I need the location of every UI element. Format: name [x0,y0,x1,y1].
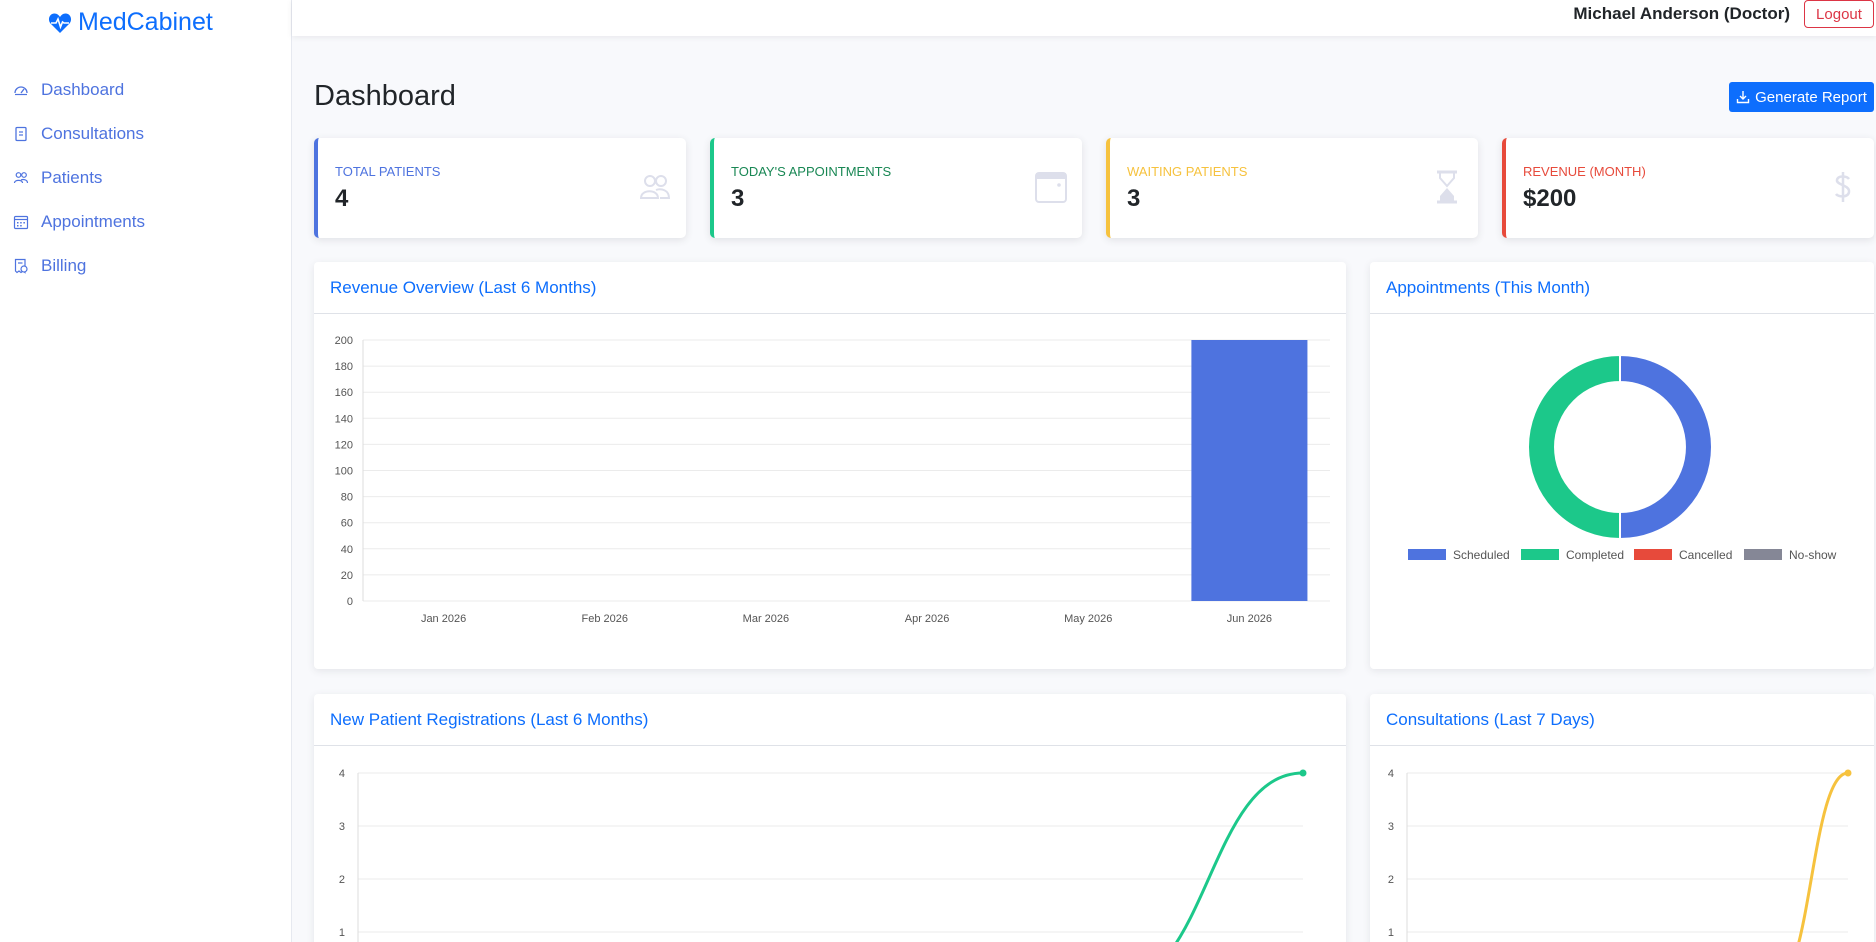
x-tick-label: Apr 2026 [905,613,950,625]
top-navbar: Michael Anderson (Doctor) Logout [292,0,1876,36]
legend-swatch [1744,549,1782,560]
receipt-icon [14,258,28,274]
page-title: Dashboard [314,80,456,112]
x-tick-label: Mar 2026 [743,613,789,625]
calendar-icon [13,215,29,230]
brand[interactable]: MedCabinet [48,8,213,37]
stat-value: 3 [731,185,745,212]
calendar-icon [1035,172,1067,203]
people-icon [13,172,29,184]
stat-label: Revenue (Month) [1523,164,1646,179]
generate-report-button[interactable]: Generate Report [1729,82,1874,112]
download-icon [1736,91,1750,104]
y-tick-label: 1 [339,927,345,939]
x-tick-label: May 2026 [1064,613,1112,625]
stat-label: Total Patients [335,164,441,179]
sidebar-item-label: Dashboard [41,80,125,99]
y-tick-label: 80 [341,492,353,504]
y-tick-label: 1 [1388,927,1394,939]
card-title: Appointments (This Month) [1370,262,1874,314]
appointments-chart-card: Appointments (This Month) Scheduled Compl… [1370,262,1874,669]
sidebar-nav: Dashboard Consultations Patients Appoint… [0,68,292,288]
sidebar-item-label: Patients [41,168,103,187]
stat-card-waiting-patients: Waiting Patients 3 [1106,138,1478,238]
y-tick-label: 160 [335,387,353,399]
consultations-chart-card: Consultations (Last 7 Days) 1 2 3 4 [1370,694,1874,942]
y-tick-label: 2 [1388,874,1394,886]
stat-label: Waiting Patients [1127,164,1248,179]
stat-label: Today's Appointments [731,164,892,179]
x-tick-label: Feb 2026 [582,613,628,625]
sidebar-item-dashboard[interactable]: Dashboard [0,68,292,112]
y-tick-label: 200 [335,335,353,347]
legend-label: Cancelled [1679,548,1732,562]
generate-report-label: Generate Report [1755,88,1867,106]
legend-label: Scheduled [1453,548,1510,562]
y-tick-label: 120 [335,439,353,451]
stat-card-revenue-month: Revenue (Month) $200 [1502,138,1874,238]
y-tick-label: 4 [339,768,345,780]
registrations-chart-card: New Patient Registrations (Last 6 Months… [314,694,1346,942]
y-tick-label: 140 [335,413,353,425]
sidebar-item-label: Appointments [41,212,145,231]
y-tick-label: 4 [1388,768,1394,780]
revenue-chart-card: Revenue Overview (Last 6 Months) 0 20 40 60… [314,262,1346,669]
x-tick-label: Jan 2026 [421,613,466,625]
sidebar-item-appointments[interactable]: Appointments [0,200,292,244]
stat-card-todays-appointments: Today's Appointments 3 [710,138,1082,238]
data-point [1299,769,1307,777]
sidebar: MedCabinet Dashboard Consultations Patie… [0,0,292,942]
pie-slice [1527,353,1621,541]
legend-swatch [1408,549,1446,560]
legend-swatch [1521,549,1559,560]
x-tick-label: Jun 2026 [1227,613,1272,625]
heart-pulse-icon [48,12,72,33]
sidebar-item-patients[interactable]: Patients [0,156,292,200]
card-title: Consultations (Last 7 Days) [1370,694,1874,746]
y-tick-label: 180 [335,361,353,373]
speedometer-icon [14,86,28,96]
sidebar-item-label: Consultations [41,124,145,143]
clipboard-icon [15,126,27,142]
stat-value: 3 [1127,185,1141,212]
y-tick-label: 20 [341,570,353,582]
y-tick-label: 3 [339,821,345,833]
card-title: New Patient Registrations (Last 6 Months… [314,694,1346,746]
registrations-line-chart: 1 2 3 4 [339,768,1307,942]
y-tick-label: 3 [1388,821,1394,833]
sidebar-item-consultations[interactable]: Consultations [0,112,292,156]
stat-value: $200 [1523,185,1577,212]
legend-label: No-show [1789,548,1837,562]
series-line [1797,771,1849,942]
stat-card-total-patients: Total Patients 4 [314,138,686,238]
revenue-bar-chart: 0 20 40 60 80 100 120 140 160 180 200 Jan 2026 Feb 2… [335,335,1330,625]
y-tick-label: 40 [341,544,353,556]
y-tick-label: 100 [335,466,353,478]
consultations-line-chart: 1 2 3 4 [1388,768,1852,942]
stat-value: 4 [335,185,349,212]
legend-swatch [1634,549,1672,560]
card-title: Revenue Overview (Last 6 Months) [314,262,1346,314]
legend-label: Completed [1566,548,1624,562]
data-point [1844,769,1852,777]
dollar-icon [1834,172,1851,202]
appointments-doughnut-chart: Scheduled Completed Cancelled No-show [1408,353,1837,562]
series-line [1175,771,1304,942]
bar [1191,340,1308,601]
sidebar-item-billing[interactable]: Billing [0,244,292,288]
pie-slice [1619,353,1713,541]
user-name: Michael Anderson (Doctor) [1573,4,1790,23]
people-icon [639,175,671,199]
brand-name: MedCabinet [78,8,213,36]
hourglass-icon [1437,170,1457,204]
y-tick-label: 60 [341,518,353,530]
y-tick-label: 0 [347,596,353,608]
y-tick-label: 2 [339,874,345,886]
logout-button[interactable]: Logout [1804,0,1874,28]
sidebar-item-label: Billing [41,256,87,275]
